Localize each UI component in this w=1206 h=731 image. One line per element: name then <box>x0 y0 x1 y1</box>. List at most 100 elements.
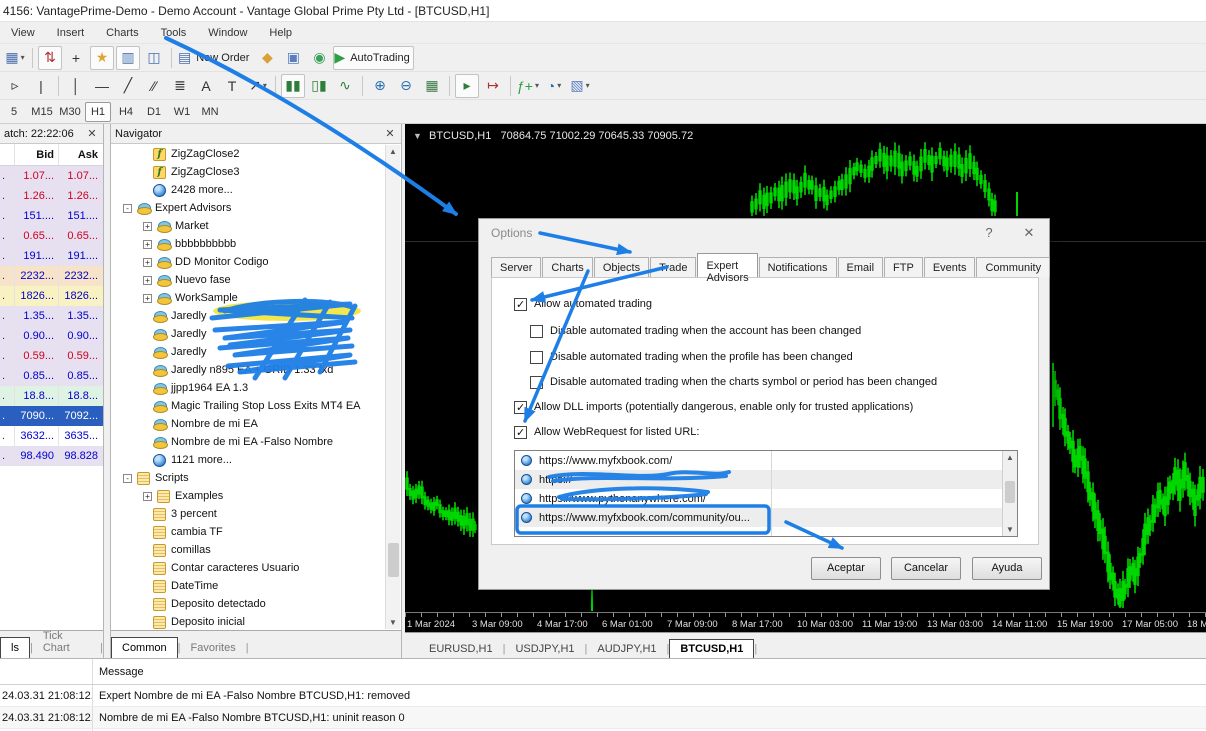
market-watch-row[interactable]: .191....191.... <box>0 246 103 266</box>
tree-item-examples[interactable]: +Examples <box>111 487 385 505</box>
new-order-icon[interactable]: ▤New Order <box>177 46 253 70</box>
autotrading-icon[interactable]: ▶AutoTrading <box>333 46 413 70</box>
tree-item-nombre-de-mi-ea-falso-nombre[interactable]: Nombre de mi EA -Falso Nombre <box>111 433 385 451</box>
menu-charts[interactable]: Charts <box>95 22 149 44</box>
menu-window[interactable]: Window <box>197 22 258 44</box>
vertical-line-icon[interactable]: │ <box>64 74 88 98</box>
tree-item-comillas[interactable]: comillas <box>111 541 385 559</box>
cancelar-button[interactable]: Cancelar <box>891 557 961 580</box>
crosshair-tool-icon[interactable]: | <box>29 74 53 98</box>
collapse-icon[interactable]: - <box>123 474 132 483</box>
fibonacci-icon[interactable]: ≣ <box>168 74 192 98</box>
tree-item-datetime[interactable]: DateTime <box>111 577 385 595</box>
menu-tools[interactable]: Tools <box>150 22 198 44</box>
tree-item-jaredly[interactable]: Jaredly <box>111 343 385 361</box>
scroll-thumb[interactable] <box>388 543 399 577</box>
bar-chart-icon[interactable]: ▮▮ <box>281 74 305 98</box>
tree-item-scripts[interactable]: -Scripts <box>111 469 385 487</box>
expand-icon[interactable]: + <box>143 294 152 303</box>
candlestick-icon[interactable]: ▯▮ <box>307 74 331 98</box>
dialog-tab-email[interactable]: Email <box>838 257 884 277</box>
chevron-down-icon[interactable]: ▾ <box>586 81 590 90</box>
aceptar-button[interactable]: Aceptar <box>811 557 881 580</box>
tree-item-jaredly-n895-ea-grid-1-33-fxd[interactable]: Jaredly n895 EA + GRID 1.33 fxd <box>111 361 385 379</box>
crosshair-icon[interactable]: + <box>64 46 88 70</box>
checkbox-checked[interactable] <box>514 401 527 414</box>
market-watch-tab-ls[interactable]: ls <box>0 637 30 659</box>
expand-icon[interactable]: + <box>143 492 152 501</box>
text-icon[interactable]: A <box>194 74 218 98</box>
ask-column-header[interactable]: Ask <box>58 144 102 165</box>
tree-item-1121-more-[interactable]: 1121 more... <box>111 451 385 469</box>
dialog-tab-events[interactable]: Events <box>924 257 976 277</box>
chevron-down-icon[interactable]: ▾ <box>21 53 25 62</box>
menu-insert[interactable]: Insert <box>46 22 96 44</box>
ayuda-button[interactable]: Ayuda <box>972 557 1042 580</box>
timeframe-h1[interactable]: H1 <box>85 102 111 122</box>
periods-icon[interactable]: ◔▾ <box>542 74 566 98</box>
webrequest-url-list[interactable]: https://www.myfxbook.com/https://https:/… <box>514 450 1018 537</box>
tree-item-zigzagclose2[interactable]: fZigZagClose2 <box>111 145 385 163</box>
expand-icon[interactable]: + <box>143 222 152 231</box>
tree-item-jjpp1964-ea-1-3[interactable]: jjpp1964 EA 1.3 <box>111 379 385 397</box>
time-axis[interactable]: 1 Mar 20243 Mar 09:004 Mar 17:006 Mar 01… <box>405 612 1206 632</box>
indicators-icon[interactable]: ƒ+▾ <box>516 74 540 98</box>
timeframe-w1[interactable]: W1 <box>169 102 195 122</box>
market-watch-icon[interactable]: ▥ <box>116 46 140 70</box>
chevron-down-icon[interactable]: ▼ <box>413 131 422 141</box>
tree-item-deposito-detectado[interactable]: Deposito detectado <box>111 595 385 613</box>
favorites-icon[interactable]: ★ <box>90 46 114 70</box>
dialog-tab-server[interactable]: Server <box>491 257 541 277</box>
market-watch-row[interactable]: .0.90...0.90... <box>0 326 103 346</box>
market-watch-row[interactable]: .1826...1826... <box>0 286 103 306</box>
checkbox-checked[interactable] <box>514 426 527 439</box>
help-icon[interactable]: ? <box>969 219 1009 247</box>
navigator-tab-favorites[interactable]: Favorites <box>180 638 245 658</box>
expand-icon[interactable]: + <box>143 276 152 285</box>
tree-item-nombre-de-mi-ea[interactable]: Nombre de mi EA <box>111 415 385 433</box>
close-icon[interactable]: ✕ <box>383 124 397 143</box>
tree-item-cambia-tf[interactable]: cambia TF <box>111 523 385 541</box>
trendline-icon[interactable]: ╱ <box>116 74 140 98</box>
collapse-icon[interactable]: - <box>123 204 132 213</box>
timeframe-m30[interactable]: M30 <box>57 102 83 122</box>
tree-item-jaredly[interactable]: Jaredly <box>111 325 385 343</box>
url-row[interactable]: https://www.pythonanywhere.com/ <box>515 489 1017 508</box>
tree-item-nuevo-fase[interactable]: +Nuevo fase <box>111 271 385 289</box>
auto-scroll-icon[interactable]: ▸ <box>455 74 479 98</box>
scroll-down-icon[interactable]: ▼ <box>1003 525 1017 534</box>
url-row[interactable]: https:// <box>515 470 1017 489</box>
arrows-icon[interactable]: ↗▾ <box>246 74 270 98</box>
timeframe-5[interactable]: 5 <box>1 102 27 122</box>
menu-view[interactable]: View <box>0 22 46 44</box>
market-watch-row[interactable]: .18.8...18.8... <box>0 386 103 406</box>
scroll-down-icon[interactable]: ▼ <box>386 618 400 627</box>
chevron-down-icon[interactable]: ▾ <box>263 81 267 90</box>
dialog-tab-community[interactable]: Community <box>976 257 1050 277</box>
profiles-icon[interactable]: ⇅ <box>38 46 62 70</box>
scroll-up-icon[interactable]: ▲ <box>1003 453 1017 462</box>
scroll-thumb[interactable] <box>1005 481 1015 503</box>
dialog-tab-objects[interactable]: Objects <box>594 257 649 277</box>
cursor-icon[interactable]: ▹ <box>3 74 27 98</box>
timeframe-m15[interactable]: M15 <box>29 102 55 122</box>
dialog-tab-trade[interactable]: Trade <box>650 257 696 277</box>
navigator-tab-common[interactable]: Common <box>111 637 178 659</box>
url-list-scrollbar[interactable]: ▲ ▼ <box>1002 451 1017 536</box>
data-window-icon[interactable]: ◫ <box>142 46 166 70</box>
chart-tab-btcusd-h1[interactable]: BTCUSD,H1 <box>669 639 754 659</box>
timeframe-d1[interactable]: D1 <box>141 102 167 122</box>
tree-item-bbbbbbbbbb[interactable]: +bbbbbbbbbb <box>111 235 385 253</box>
timeframe-h4[interactable]: H4 <box>113 102 139 122</box>
navigator-scrollbar[interactable]: ▲ ▼ <box>385 145 400 629</box>
tree-item-jaredly[interactable]: Jaredly <box>111 307 385 325</box>
market-watch-tab-tick-chart[interactable]: Tick Chart <box>33 626 100 658</box>
market-watch-row[interactable]: .1.07...1.07... <box>0 166 103 186</box>
chart-tab-audjpy-h1[interactable]: AUDJPY,H1 <box>587 640 666 658</box>
tree-item-deposito-inicial[interactable]: Deposito inicial <box>111 613 385 629</box>
tree-item-dd-monitor-codigo[interactable]: +DD Monitor Codigo <box>111 253 385 271</box>
market-watch-row[interactable]: .0.85...0.85... <box>0 366 103 386</box>
label-icon[interactable]: T <box>220 74 244 98</box>
dialog-tab-charts[interactable]: Charts <box>542 257 592 277</box>
market-watch-row[interactable]: .0.59...0.59... <box>0 346 103 366</box>
